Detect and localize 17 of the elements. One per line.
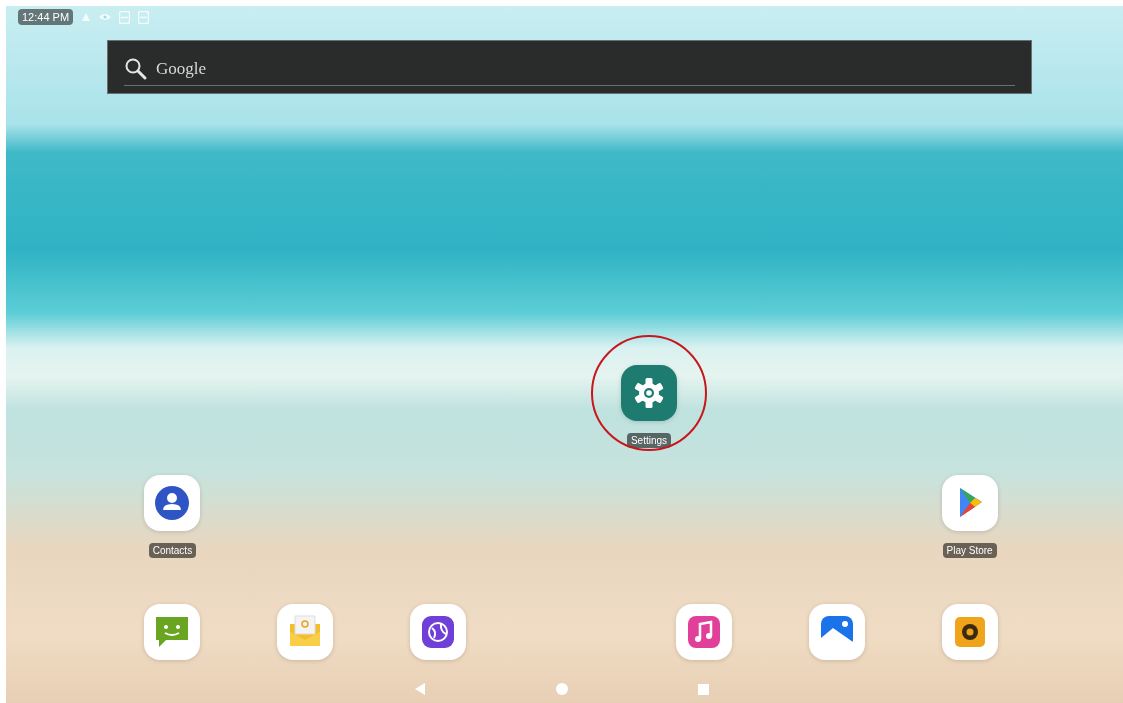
app-label: Settings [626,433,672,448]
music-note-icon[interactable] [675,604,732,660]
chat-bubble-icon[interactable] [144,604,201,660]
app-label: Play Store [942,543,997,558]
status-time: 12:44 PM [18,8,74,26]
settings-icon[interactable] [621,365,677,421]
eye-icon [99,13,112,21]
search-placeholder: Google [156,57,207,80]
globe-icon[interactable] [410,604,467,660]
search-icon [124,56,148,81]
sim-icon [138,10,150,24]
search-widget[interactable]: Google [107,40,1032,94]
warning-icon [81,12,92,22]
landscape-picture-icon[interactable] [808,604,865,660]
contacts-icon[interactable] [144,475,201,531]
sim-icon [119,10,131,24]
app-label: Contacts [148,543,197,558]
